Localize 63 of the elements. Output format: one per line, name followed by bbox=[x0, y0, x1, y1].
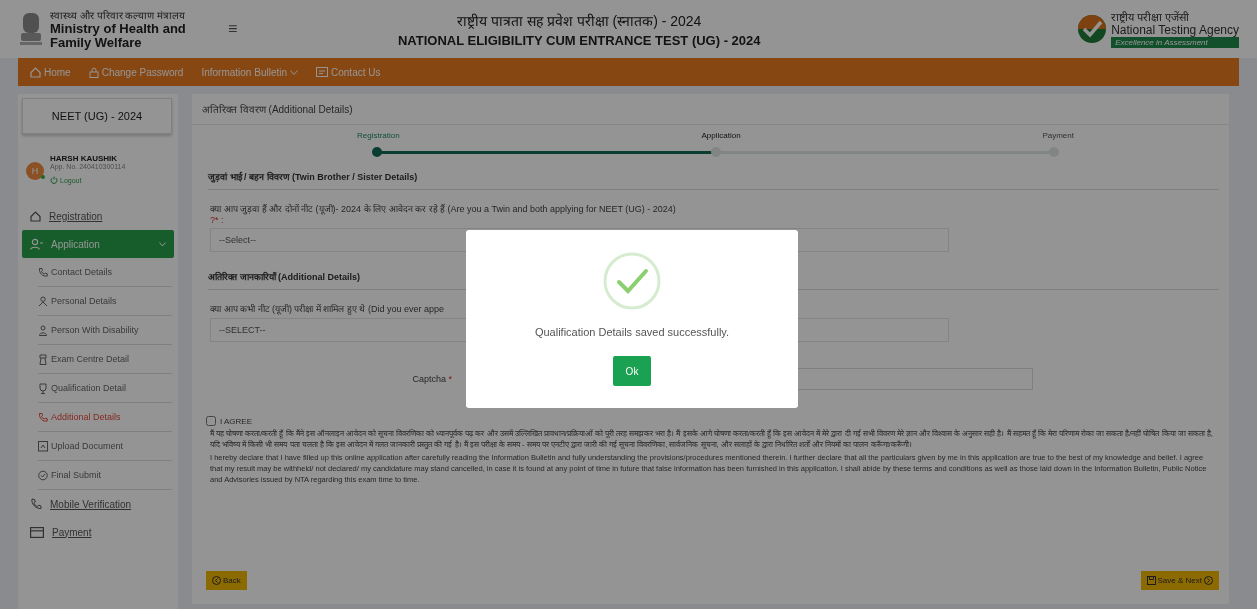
captcha-field[interactable] bbox=[797, 368, 1033, 390]
menu-item[interactable]: Registration bbox=[22, 202, 174, 230]
agency-tagline: Excellence in Assessment bbox=[1111, 36, 1239, 48]
submenu-item[interactable]: Additional Details bbox=[38, 403, 172, 432]
submenu-item[interactable]: Exam Centre Detail bbox=[38, 345, 172, 374]
online-dot bbox=[41, 175, 45, 179]
menu-button[interactable]: ≡ bbox=[224, 20, 242, 38]
success-check-icon bbox=[603, 252, 661, 310]
submenu-item[interactable]: Final Submit bbox=[38, 461, 172, 490]
exam-name-card: NEET (UG) - 2024 bbox=[22, 98, 172, 134]
nav-link[interactable]: Change Password bbox=[88, 66, 184, 78]
question-text: क्या आप जुड़वा हैं और दोनों नीट (यूजी)- 2024 के लिए आवेदन कर रहे हैं (Are you a Twin and both applying for NEET (UG) - 2024) bbox=[210, 203, 677, 215]
card-icon bbox=[30, 526, 44, 538]
image-icon bbox=[38, 440, 48, 452]
trophy-icon bbox=[38, 382, 48, 394]
back-button[interactable]: Back bbox=[206, 571, 247, 590]
step-label: Application bbox=[701, 131, 741, 140]
avatar: H bbox=[26, 162, 44, 180]
save-next-button[interactable]: Save & Next bbox=[1140, 571, 1219, 590]
ministry-name: Ministry of Health and Family Welfare bbox=[50, 22, 187, 50]
exam-title-hindi: राष्ट्रीय पात्रता सह प्रवेश परीक्षा (स्नातक) - 2024 bbox=[456, 11, 703, 30]
submenu-item[interactable]: Upload Document bbox=[38, 432, 172, 461]
phone-icon bbox=[38, 266, 48, 278]
user-icon bbox=[30, 238, 43, 250]
submenu-item[interactable]: Personal Details bbox=[38, 287, 172, 316]
ministry-hindi-name: स्वास्थ्य और परिवार कल्याण मंत्रालय bbox=[50, 9, 187, 22]
submenu-item[interactable]: Qualification Detail bbox=[38, 374, 172, 403]
power-icon bbox=[50, 176, 58, 184]
section-heading: जुड़वां भाई / बहन विवरण (Twin Brother / Sister Details) bbox=[208, 170, 1219, 190]
check-circle-icon bbox=[38, 469, 48, 481]
dialog-message: Qualification Details saved successfully. bbox=[534, 326, 730, 338]
nav-link[interactable]: Contact Us bbox=[316, 66, 381, 78]
contact-card-icon bbox=[316, 67, 328, 77]
phone-icon bbox=[38, 411, 48, 423]
required-mark: ?* : bbox=[210, 215, 225, 225]
menu-item[interactable]: Payment bbox=[22, 518, 174, 546]
next-icon bbox=[1204, 576, 1213, 585]
ok-button[interactable]: Ok bbox=[613, 356, 651, 386]
building-icon bbox=[38, 353, 48, 365]
home-icon bbox=[30, 66, 41, 78]
back-icon bbox=[212, 576, 221, 585]
submenu-item[interactable]: Person With Disability bbox=[38, 316, 172, 345]
agree-checkbox[interactable] bbox=[206, 416, 216, 426]
agency-hindi-name: राष्ट्रीय परीक्षा एजेंसी bbox=[1111, 10, 1191, 23]
nav-link[interactable]: Information Bulletin bbox=[201, 66, 298, 78]
home-icon bbox=[30, 210, 41, 222]
menu-item[interactable]: Application bbox=[22, 230, 174, 258]
emblem-drawing bbox=[18, 11, 44, 47]
form-title: अतिरिक्त विवरण (Additional Details) bbox=[192, 94, 1229, 125]
lock-icon bbox=[88, 66, 99, 78]
save-icon bbox=[1146, 576, 1156, 585]
submenu-item[interactable]: Contact Details bbox=[38, 258, 172, 287]
step-label: Payment bbox=[1042, 131, 1074, 140]
step-label: Registration bbox=[357, 131, 400, 140]
exam-title: NATIONAL ELIGIBILITY CUM ENTRANCE TEST (UG) - 2024 bbox=[396, 32, 762, 48]
question-text: क्या आप कभी नीट (यूजी) परीक्षा में शामिल हुए थे (Did you ever appe bbox=[210, 303, 446, 315]
agency-logo-icon bbox=[1077, 14, 1108, 44]
agency-name: National Testing Agency bbox=[1111, 22, 1239, 37]
user-name: HARSH KAUSHIK bbox=[50, 154, 119, 163]
captcha-label: Captcha * bbox=[411, 374, 452, 384]
menu-item[interactable]: Mobile Verification bbox=[22, 490, 174, 518]
nav-link[interactable]: Home bbox=[30, 66, 71, 78]
phone-icon bbox=[30, 498, 42, 510]
